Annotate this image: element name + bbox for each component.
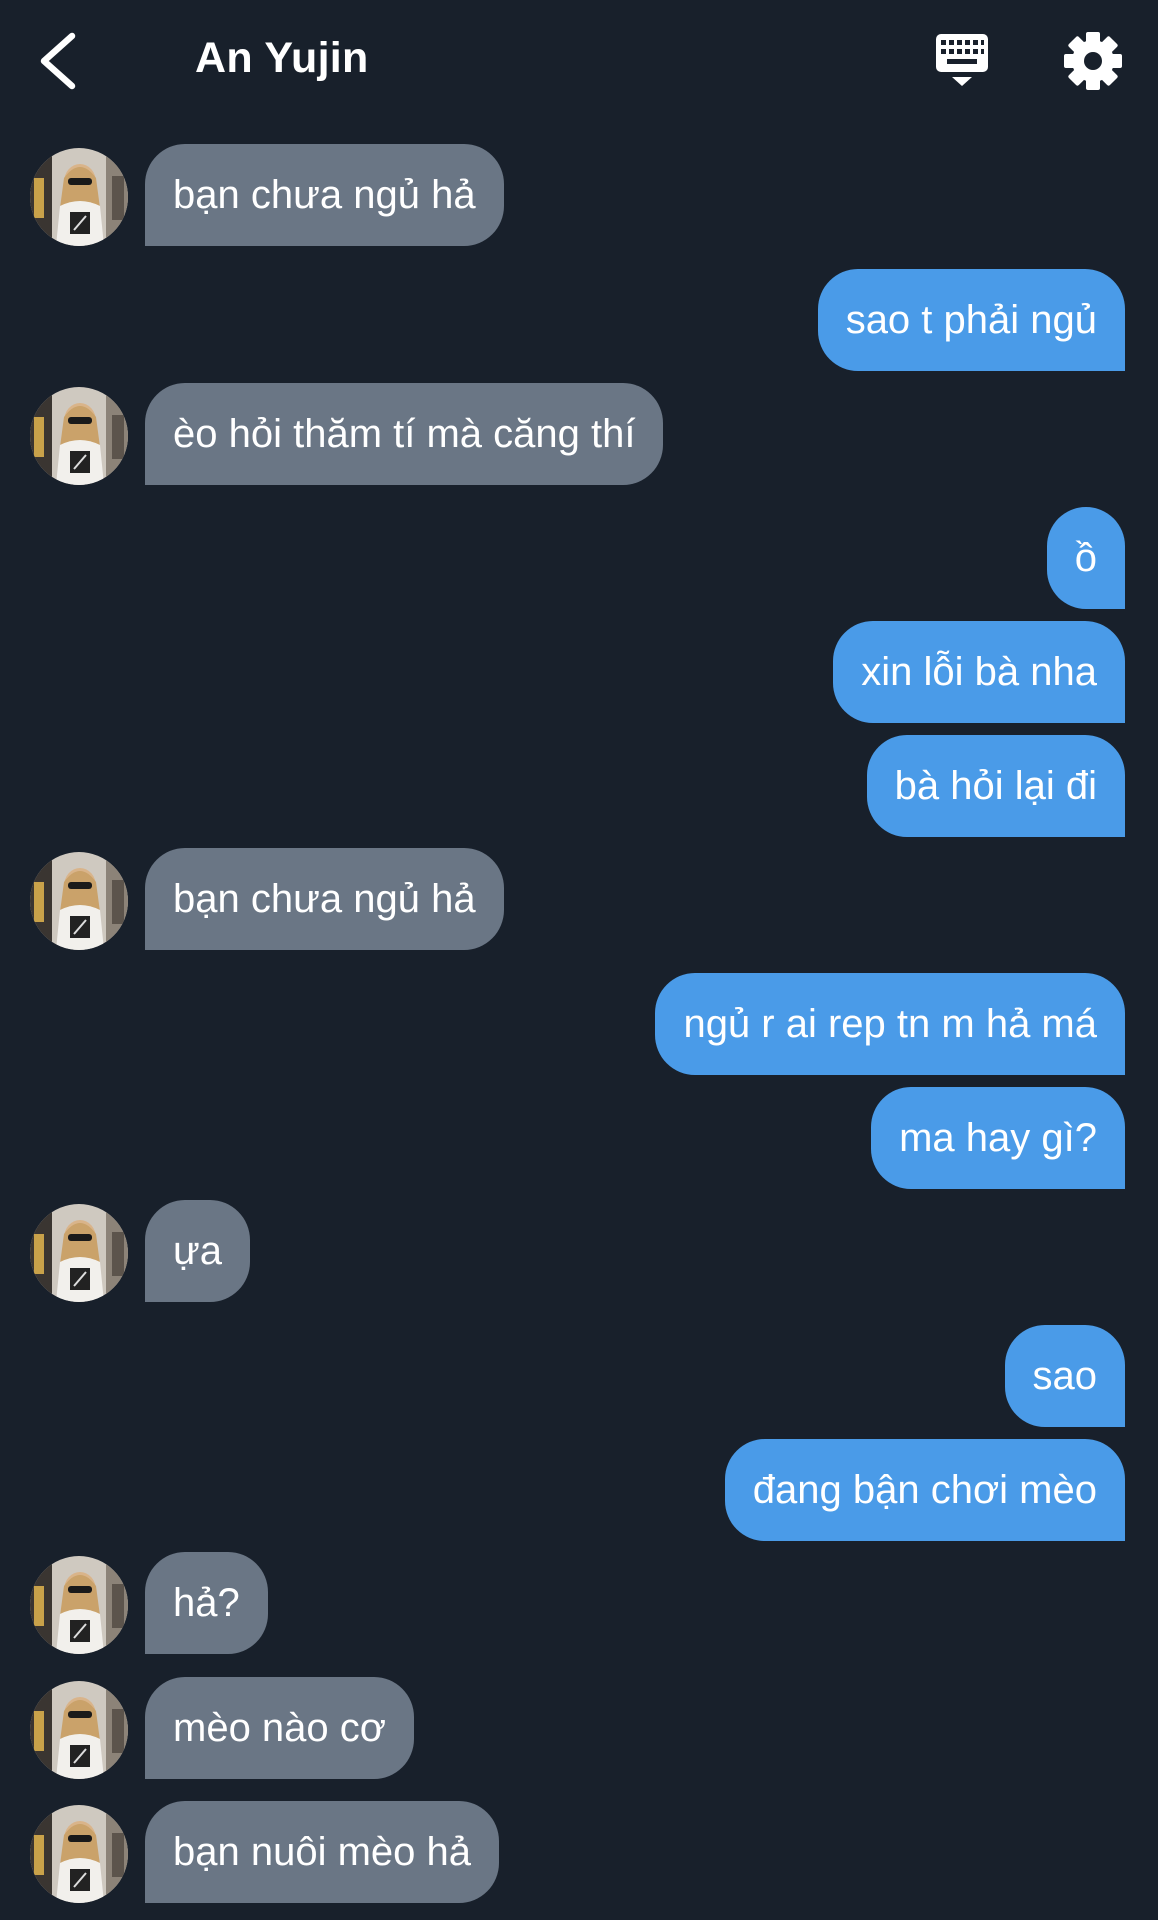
contact-avatar[interactable]	[30, 387, 128, 485]
contact-avatar[interactable]	[30, 148, 128, 246]
contact-avatar[interactable]	[30, 852, 128, 950]
message-bubble-incoming[interactable]: bạn chưa ngủ hả	[145, 848, 504, 950]
message-row-incoming: bạn chưa ngủ hả	[0, 848, 1158, 950]
message-bubble-outgoing[interactable]: ồ	[1046, 507, 1125, 609]
message-bubble-incoming[interactable]: mèo nào cơ	[145, 1677, 415, 1779]
message-row-incoming: bạn nuôi mèo hả	[0, 1801, 1158, 1903]
gear-icon	[1064, 32, 1122, 90]
message-row-incoming: hả?	[0, 1552, 1158, 1654]
avatar-photo	[30, 1805, 128, 1903]
message-row-outgoing: đang bận chơi mèo	[0, 1439, 1158, 1541]
settings-button[interactable]	[1062, 30, 1124, 92]
message-bubble-outgoing[interactable]: xin lỗi bà nha	[833, 621, 1125, 723]
message-bubble-outgoing[interactable]: ma hay gì?	[871, 1087, 1125, 1189]
message-bubble-outgoing[interactable]: bà hỏi lại đi	[866, 735, 1125, 837]
message-bubble-incoming[interactable]: hả?	[145, 1552, 268, 1654]
message-bubble-outgoing[interactable]: sao t phải ngủ	[817, 269, 1125, 371]
chat-header: An Yujin	[0, 0, 1158, 120]
contact-name: An Yujin	[195, 34, 369, 82]
keyboard-button[interactable]	[930, 30, 994, 94]
message-bubble-incoming[interactable]: ựa	[145, 1200, 251, 1302]
back-button[interactable]	[30, 28, 90, 94]
contact-avatar[interactable]	[30, 1805, 128, 1903]
message-bubble-outgoing[interactable]: sao	[1004, 1325, 1125, 1427]
message-bubble-incoming[interactable]: bạn nuôi mèo hả	[145, 1801, 500, 1903]
message-row-incoming: bạn chưa ngủ hả	[0, 144, 1158, 246]
avatar-photo	[30, 852, 128, 950]
avatar-photo	[30, 1204, 128, 1302]
message-bubble-outgoing[interactable]: ngủ r ai rep tn m hả má	[655, 973, 1125, 1075]
chevron-left-icon	[40, 32, 76, 90]
message-bubble-incoming[interactable]: bạn chưa ngủ hả	[145, 144, 504, 246]
chat-screen: An Yujin bạn chưa ngủ hả sao t phải ngủ …	[0, 0, 1158, 1920]
avatar-photo	[30, 387, 128, 485]
avatar-photo	[30, 148, 128, 246]
avatar-photo	[30, 1681, 128, 1779]
message-row-outgoing: ngủ r ai rep tn m hả má	[0, 973, 1158, 1075]
keyboard-icon	[936, 34, 988, 86]
message-row-incoming: èo hỏi thăm tí mà căng thí	[0, 383, 1158, 485]
contact-avatar[interactable]	[30, 1681, 128, 1779]
avatar-photo	[30, 1556, 128, 1654]
message-row-outgoing: ồ	[0, 507, 1158, 609]
message-row-outgoing: ma hay gì?	[0, 1087, 1158, 1189]
message-bubble-outgoing[interactable]: đang bận chơi mèo	[724, 1439, 1125, 1541]
message-row-incoming: ựa	[0, 1200, 1158, 1302]
message-row-outgoing: xin lỗi bà nha	[0, 621, 1158, 723]
message-row-outgoing: sao	[0, 1325, 1158, 1427]
contact-avatar[interactable]	[30, 1556, 128, 1654]
message-row-outgoing: bà hỏi lại đi	[0, 735, 1158, 837]
contact-avatar[interactable]	[30, 1204, 128, 1302]
message-row-incoming: mèo nào cơ	[0, 1677, 1158, 1779]
message-bubble-incoming[interactable]: èo hỏi thăm tí mà căng thí	[145, 383, 664, 485]
message-row-outgoing: sao t phải ngủ	[0, 269, 1158, 371]
